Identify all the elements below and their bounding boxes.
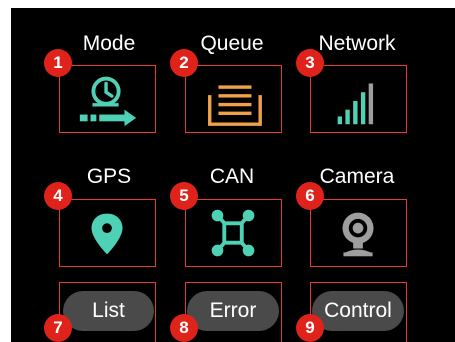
webcam-icon <box>342 212 374 257</box>
queue-tray-icon <box>208 85 262 126</box>
list-badge: 7 <box>44 314 72 342</box>
mode-tile[interactable] <box>59 65 156 133</box>
list-button[interactable]: List <box>63 291 154 331</box>
queue-tile[interactable] <box>185 65 282 133</box>
schedule-arrow-icon <box>79 76 137 127</box>
error-button[interactable]: Error <box>187 291 279 331</box>
error-badge: 8 <box>170 314 198 342</box>
signal-bars-icon <box>337 83 374 125</box>
can-tile[interactable] <box>185 199 282 267</box>
screen: Mode 1 Queue 2 Network 3 GPS 4 CAN 5 Cam… <box>11 8 455 342</box>
camera-badge: 6 <box>296 182 324 210</box>
control-badge: 9 <box>296 314 324 342</box>
location-pin-icon <box>91 213 123 255</box>
network-tile[interactable] <box>310 65 407 133</box>
mode-badge: 1 <box>44 49 72 77</box>
gps-tile[interactable] <box>59 199 156 267</box>
queue-badge: 2 <box>170 49 198 77</box>
gps-badge: 4 <box>44 182 72 210</box>
can-badge: 5 <box>170 182 198 210</box>
can-bus-icon <box>211 209 255 257</box>
control-button[interactable]: Control <box>312 291 404 331</box>
network-badge: 3 <box>296 49 324 77</box>
camera-tile[interactable] <box>310 199 407 267</box>
